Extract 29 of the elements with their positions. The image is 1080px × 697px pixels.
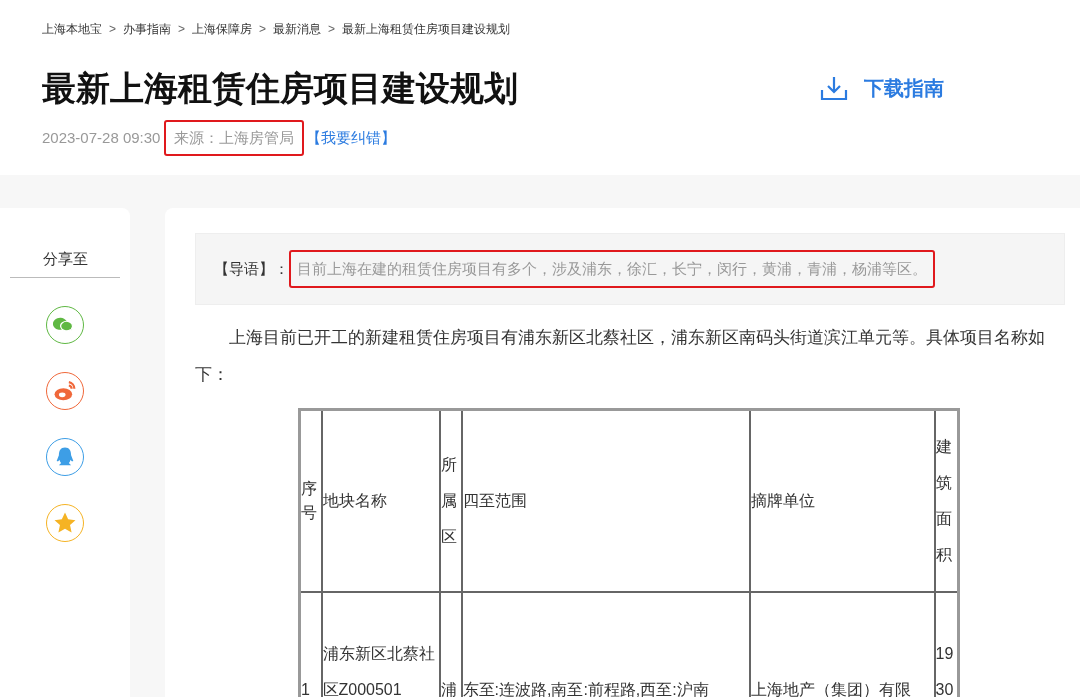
breadcrumb-link[interactable]: 上海保障房 [192, 20, 253, 38]
breadcrumb-separator: > [178, 21, 186, 38]
column-header: 所属区 [439, 409, 462, 592]
breadcrumb-separator: > [328, 21, 336, 38]
column-header: 地块名称 [321, 409, 440, 592]
share-label: 分享至 [10, 248, 120, 278]
breadcrumb-link[interactable]: 办事指南 [123, 20, 171, 38]
column-header: 四至范围 [461, 409, 750, 592]
table-cell: 东至:连波路,南至:前程路,西至:沪南 [461, 591, 750, 697]
table-cell: 浦 [439, 591, 462, 697]
table-cell: 1 [299, 591, 322, 697]
column-header: 摘牌单位 [749, 409, 935, 592]
column-header: 序号 [299, 409, 322, 592]
breadcrumb-separator: > [109, 21, 116, 38]
download-icon [820, 75, 848, 101]
report-error-link[interactable]: 【我要纠错】 [306, 126, 397, 150]
intro-label: 【导语】： [214, 258, 289, 279]
source-text: 来源：上海房管局 [164, 119, 305, 157]
publish-date: 2023-07-28 09:30 [42, 127, 161, 148]
download-link[interactable]: 下载指南 [820, 73, 944, 103]
page-title: 最新上海租赁住房项目建设规划 [42, 68, 518, 109]
breadcrumb-separator: > [259, 21, 267, 38]
breadcrumb-link[interactable]: 上海本地宝 [42, 20, 102, 38]
breadcrumb-link[interactable]: 最新上海租赁住房项目建设规划 [342, 20, 511, 38]
breadcrumb-link[interactable]: 最新消息 [273, 20, 322, 38]
table-cell: 浦东新区北蔡社区Z000501 [321, 591, 440, 697]
intro-text: 目前上海在建的租赁住房项目有多个，涉及浦东，徐汇，长宁，闵行，黄浦，青浦，杨浦等区。 [289, 249, 935, 289]
table-cell: 上海地产（集团）有限 [749, 591, 935, 697]
article-paragraph: 上海目前已开工的新建租赁住房项目有浦东新区北蔡社区，浦东新区南码头街道滨江单元等。具体项目名称如下： [195, 327, 1046, 386]
